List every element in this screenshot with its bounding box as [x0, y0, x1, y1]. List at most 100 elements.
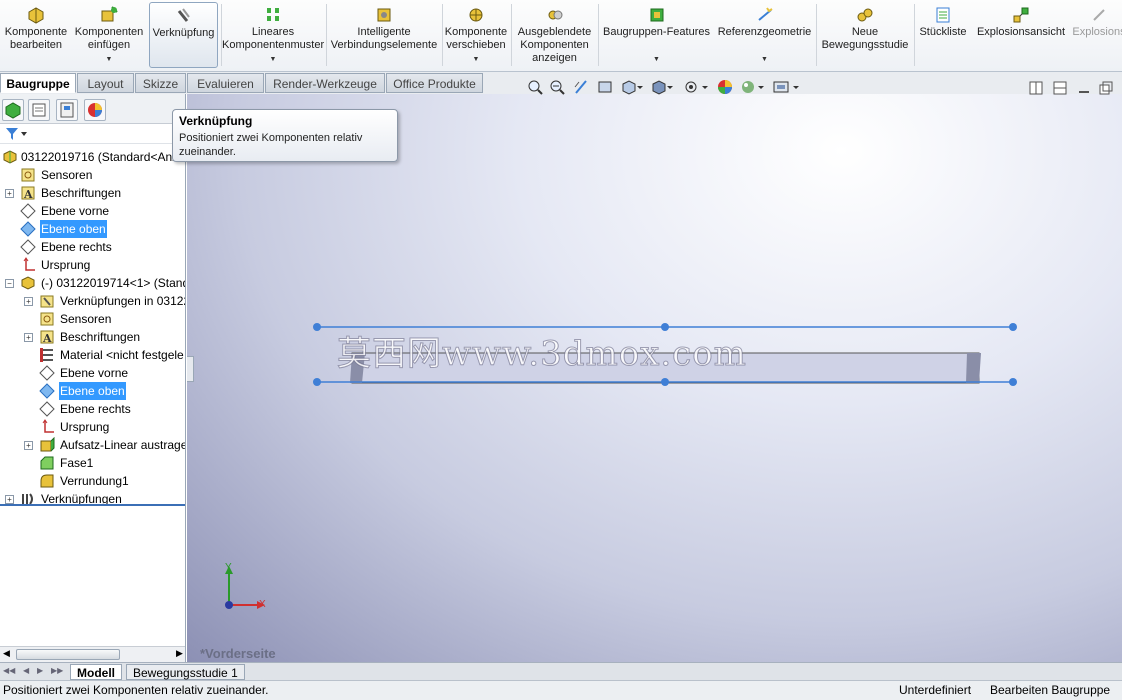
tab-render-werkzeuge[interactable]: Render-Werkzeuge: [265, 73, 385, 93]
scroll-left-icon[interactable]: ◀: [3, 648, 10, 659]
collapse-icon[interactable]: −: [5, 279, 14, 288]
plane-handle[interactable]: [313, 323, 321, 331]
chevron-down-icon[interactable]: ▼: [715, 53, 814, 66]
tree-item-front-plane-2[interactable]: Ebene vorne: [0, 364, 185, 382]
chevron-down-icon[interactable]: ▼: [222, 53, 324, 66]
apply-scene-icon[interactable]: [740, 79, 764, 95]
prev-tab-icon[interactable]: ◀: [23, 666, 29, 675]
scroll-right-icon[interactable]: ▶: [176, 648, 183, 659]
expand-icon[interactable]: +: [24, 333, 33, 342]
tree-item-chamfer[interactable]: Fase1: [0, 454, 185, 472]
tab-evaluieren[interactable]: Evaluieren: [187, 73, 264, 93]
tree-item-top-plane[interactable]: Ebene oben: [0, 220, 185, 238]
explode-line-button[interactable]: Explosions: [1069, 2, 1122, 68]
plane-icon: [39, 365, 55, 381]
next-tab-icon[interactable]: ▶: [37, 666, 43, 675]
chevron-down-icon[interactable]: ▼: [599, 53, 714, 66]
tree-item-extrude[interactable]: + Aufsatz-Linear austrage: [0, 436, 185, 454]
hide-show-items-icon[interactable]: [684, 79, 708, 95]
chamfer-icon: [40, 456, 54, 470]
tree-item-right-plane[interactable]: Ebene rechts: [0, 238, 185, 256]
tab-office-produkte[interactable]: Office Produkte: [386, 73, 483, 93]
feature-manager-tab[interactable]: [2, 99, 24, 121]
tree-item-label: Sensoren: [60, 312, 112, 326]
section-view-icon[interactable]: [597, 79, 613, 95]
plane-handle[interactable]: [313, 378, 321, 386]
bom-button[interactable]: Stückliste: [916, 2, 970, 68]
tree-item-right-plane-2[interactable]: Ebene rechts: [0, 400, 185, 418]
chevron-down-icon[interactable]: ▼: [72, 53, 146, 66]
tab-navigation: ◀◀ ◀ ▶ ▶▶: [3, 666, 67, 678]
tree-item-annotations-2[interactable]: + A Beschriftungen: [0, 328, 185, 346]
view-settings-icon[interactable]: [773, 79, 799, 95]
view-orientation-icon[interactable]: [621, 79, 643, 95]
edit-appearance-icon[interactable]: [717, 79, 733, 95]
first-tab-icon[interactable]: ◀◀: [3, 666, 15, 675]
tree-item-origin-2[interactable]: Ursprung: [0, 418, 185, 436]
panel-tabs: [0, 94, 185, 124]
link-views-icon[interactable]: [1052, 80, 1068, 96]
tree-item-annotations[interactable]: + A Beschriftungen: [0, 184, 185, 202]
property-manager-tab[interactable]: [28, 99, 50, 121]
tab-motion-study[interactable]: Bewegungsstudie 1: [126, 664, 245, 680]
reference-geometry-button[interactable]: Referenzgeometrie ▼: [715, 2, 814, 68]
tree-item-label: Ebene rechts: [60, 402, 131, 416]
restore-icon[interactable]: [1098, 80, 1114, 96]
tree-item-front-plane[interactable]: Ebene vorne: [0, 202, 185, 220]
viewport-controls: [1028, 80, 1118, 98]
scrollbar-thumb[interactable]: [16, 649, 120, 660]
chevron-down-icon[interactable]: ▼: [443, 53, 509, 66]
expand-icon[interactable]: +: [24, 441, 33, 450]
tab-layout[interactable]: Layout: [77, 73, 134, 93]
tab-model[interactable]: Modell: [70, 664, 122, 680]
tree-item-subcomponent[interactable]: − (-) 03122019714<1> (Standa: [0, 274, 185, 292]
triad-y-label: Y: [225, 562, 232, 573]
tree-item-sensors[interactable]: Sensoren: [0, 166, 185, 184]
graphics-area[interactable]: Y X 莫西网www.3dmox.com *Vorderseite: [187, 94, 1122, 662]
exploded-view-button[interactable]: Explosionsansicht: [975, 2, 1067, 68]
plane-handle[interactable]: [1009, 323, 1017, 331]
assembly-features-button[interactable]: Baugruppen-Features ▼: [599, 2, 714, 68]
tree-item-origin[interactable]: Ursprung: [0, 256, 185, 274]
smart-fasteners-button[interactable]: Intelligente Verbindungselemente: [328, 2, 440, 68]
display-manager-tab[interactable]: [84, 99, 106, 121]
display-style-icon[interactable]: [651, 79, 673, 95]
tree-item-mates-in[interactable]: + Verknüpfungen in 03122: [0, 292, 185, 310]
new-motion-study-button[interactable]: Neue Bewegungsstudie: [818, 2, 912, 68]
new-motion-study-label: Neue Bewegungsstudie: [821, 26, 909, 51]
zoom-area-icon[interactable]: [549, 79, 565, 95]
insert-components-icon: [101, 6, 118, 22]
annotation-icon: A: [40, 330, 54, 345]
horizontal-scrollbar[interactable]: ◀ ▶: [0, 646, 185, 662]
mate-button[interactable]: Verknüpfung: [149, 2, 218, 68]
tree-filter[interactable]: [0, 124, 185, 144]
expand-icon[interactable]: +: [5, 189, 14, 198]
expand-icon[interactable]: +: [24, 297, 33, 306]
tree-item-sensors-2[interactable]: Sensoren: [0, 310, 185, 328]
plane-handle[interactable]: [1009, 378, 1017, 386]
linear-pattern-button[interactable]: Lineares Komponentenmuster ▼: [222, 2, 324, 68]
tab-baugruppe[interactable]: Baugruppe: [0, 73, 76, 93]
split-view-icon[interactable]: [1028, 80, 1044, 96]
edit-component-button[interactable]: Komponente bearbeiten: [2, 2, 70, 68]
configuration-manager-tab[interactable]: [56, 99, 78, 121]
tree-item-fillet[interactable]: Verrundung1: [0, 472, 185, 490]
show-hidden-components-button[interactable]: Ausgeblendete Komponenten anzeigen: [512, 2, 597, 68]
panel-collapse-handle[interactable]: [187, 356, 194, 382]
tab-skizze[interactable]: Skizze: [135, 73, 186, 93]
minimize-icon[interactable]: [1076, 80, 1092, 96]
model-view: [225, 323, 1017, 609]
status-message: Positioniert zwei Komponenten relativ zu…: [3, 683, 269, 697]
plane-handle[interactable]: [661, 378, 669, 386]
mate-icon: [177, 8, 190, 22]
tree-item-material[interactable]: Material <nicht festgele: [0, 346, 185, 364]
insert-components-button[interactable]: Komponenten einfügen ▼: [72, 2, 146, 68]
move-component-button[interactable]: Komponente verschieben ▼: [443, 2, 509, 68]
tree-root[interactable]: 03122019716 (Standard<Anz: [0, 148, 185, 166]
expand-icon[interactable]: +: [5, 495, 14, 504]
previous-view-icon[interactable]: [573, 79, 589, 95]
zoom-to-fit-icon[interactable]: [527, 79, 543, 95]
tree-item-top-plane-2[interactable]: Ebene oben: [0, 382, 185, 400]
mate-tooltip: Verknüpfung Positioniert zwei Komponente…: [172, 109, 398, 162]
last-tab-icon[interactable]: ▶▶: [51, 666, 63, 675]
